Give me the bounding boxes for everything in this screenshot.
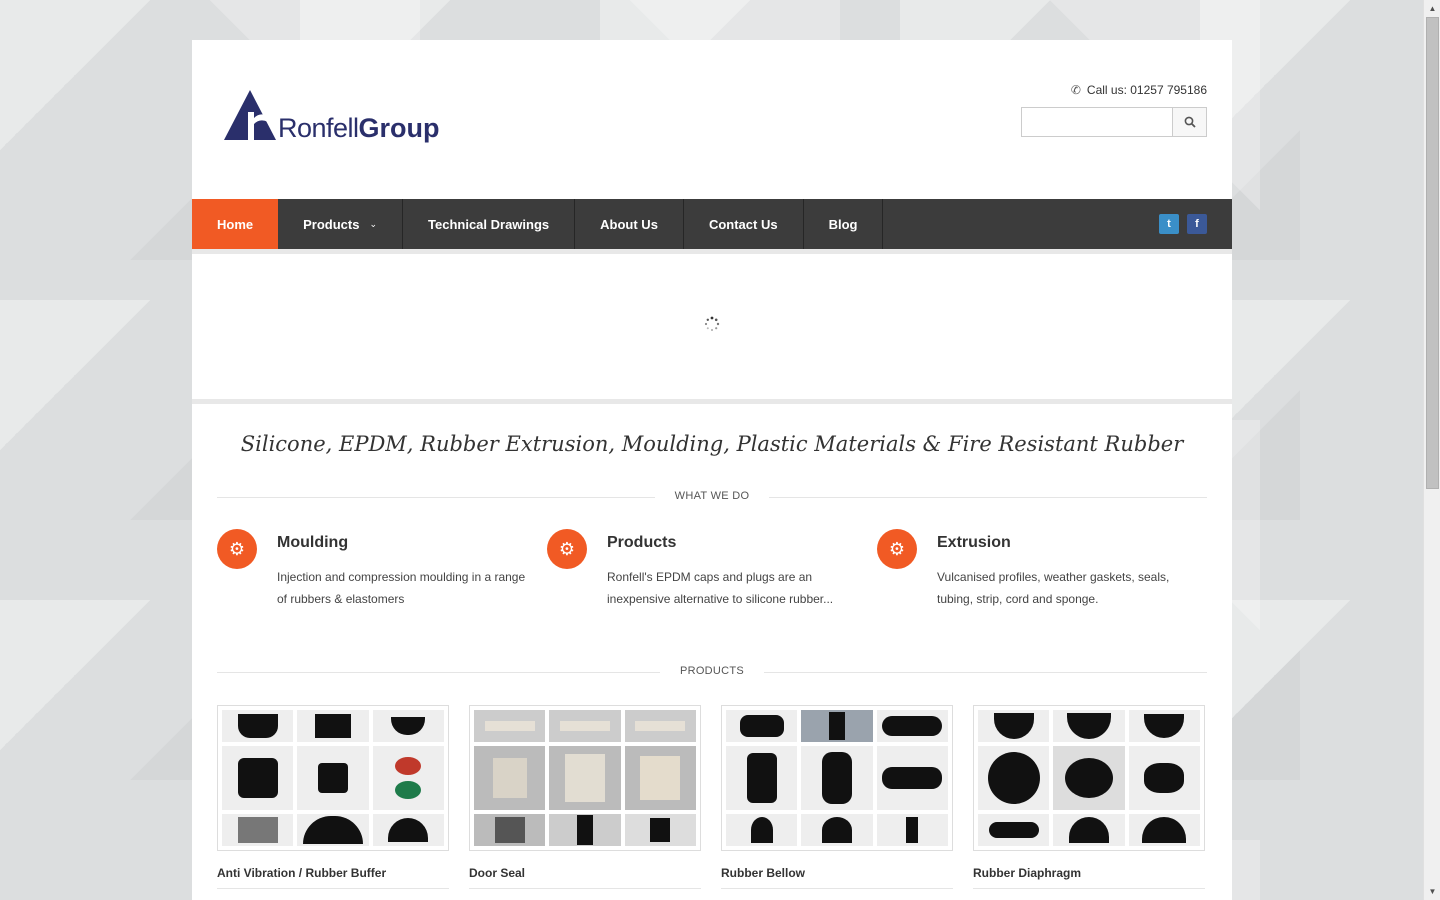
product-grid: Anti Vibration / Rubber Buffer Door Seal xyxy=(217,705,1207,889)
feature-text: Vulcanised profiles, weather gaskets, se… xyxy=(937,570,1170,606)
main-nav: Home Products ⌄ Technical Drawings About … xyxy=(192,199,1232,249)
section-label-text: PRODUCTS xyxy=(659,665,765,677)
nav-item-label: Products xyxy=(303,216,360,232)
product-card-door-seal[interactable]: Door Seal xyxy=(469,705,701,889)
nav-item-about-us[interactable]: About Us xyxy=(575,199,684,249)
loading-spinner-icon xyxy=(704,316,720,331)
feature-title[interactable]: Extrusion xyxy=(937,534,1197,552)
feature-text: Ronfell's EPDM caps and plugs are an ine… xyxy=(607,570,834,606)
vertical-scrollbar[interactable]: ▲ ▼ xyxy=(1423,0,1440,900)
gears-icon: ⚙ xyxy=(547,529,587,569)
call-us: ✆ Call us: 01257 795186 xyxy=(1071,83,1207,97)
chevron-down-icon: ⌄ xyxy=(369,218,378,229)
nav-item-products[interactable]: Products ⌄ xyxy=(278,199,404,249)
scroll-down-arrow-icon[interactable]: ▼ xyxy=(1424,883,1440,900)
header: RonfellGroup ✆ Call us: 01257 795186 xyxy=(192,40,1232,199)
nav-item-label: Contact Us xyxy=(708,216,778,232)
product-title[interactable]: Rubber Diaphragm xyxy=(973,866,1205,889)
nav-item-technical-drawings[interactable]: Technical Drawings xyxy=(403,199,576,249)
product-card-rubber-bellow[interactable]: Rubber Bellow xyxy=(721,705,953,889)
product-title[interactable]: Door Seal xyxy=(469,866,701,889)
logo-text-light: Ronfell xyxy=(278,113,359,143)
gears-icon: ⚙ xyxy=(217,529,257,569)
product-title[interactable]: Anti Vibration / Rubber Buffer xyxy=(217,866,449,889)
gears-icon: ⚙ xyxy=(877,529,917,569)
page-container: RonfellGroup ✆ Call us: 01257 795186 Hom… xyxy=(192,40,1232,900)
tagline: Silicone, EPDM, Rubber Extrusion, Mouldi… xyxy=(240,432,1184,456)
nav-item-home[interactable]: Home xyxy=(192,199,279,249)
product-image-collage[interactable] xyxy=(721,705,953,851)
nav-item-contact-us[interactable]: Contact Us xyxy=(684,199,804,249)
nav-item-label: Technical Drawings xyxy=(428,216,550,232)
product-title[interactable]: Rubber Bellow xyxy=(721,866,953,889)
feature-moulding: ⚙ Moulding Injection and compression mou… xyxy=(217,529,547,610)
nav-item-label: About Us xyxy=(600,216,658,232)
scroll-up-arrow-icon[interactable]: ▲ xyxy=(1424,0,1440,17)
logo-text: RonfellGroup xyxy=(278,115,440,142)
logo-mark-icon xyxy=(224,90,276,140)
feature-title[interactable]: Products xyxy=(607,534,867,552)
scrollbar-thumb[interactable] xyxy=(1426,17,1439,489)
call-us-text: Call us: 01257 795186 xyxy=(1086,83,1207,97)
search-box xyxy=(1021,107,1207,137)
search-icon xyxy=(1184,116,1196,128)
feature-title[interactable]: Moulding xyxy=(277,534,537,552)
product-card-rubber-diaphragm[interactable]: Rubber Diaphragm xyxy=(973,705,1205,889)
nav-item-blog[interactable]: Blog xyxy=(804,199,884,249)
feature-text: Injection and compression moulding in a … xyxy=(277,570,526,606)
product-image-collage[interactable] xyxy=(217,705,449,851)
product-image-collage[interactable] xyxy=(469,705,701,851)
section-label-text: WHAT WE DO xyxy=(654,490,770,502)
hero-slider xyxy=(192,249,1232,404)
nav-item-label: Home xyxy=(217,216,254,232)
feature-products: ⚙ Products Ronfell's EPDM caps and plugs… xyxy=(547,529,877,610)
section-label-what-we-do: WHAT WE DO xyxy=(192,490,1232,502)
search-input[interactable] xyxy=(1021,107,1172,137)
social-links: t f xyxy=(1159,214,1207,234)
feature-extrusion: ⚙ Extrusion Vulcanised profiles, weather… xyxy=(877,529,1207,610)
facebook-icon[interactable]: f xyxy=(1187,214,1207,234)
twitter-icon[interactable]: t xyxy=(1159,214,1179,234)
product-image-collage[interactable] xyxy=(973,705,1205,851)
nav-item-label: Blog xyxy=(828,216,858,232)
phone-icon: ✆ xyxy=(1070,83,1081,97)
product-card-anti-vibration[interactable]: Anti Vibration / Rubber Buffer xyxy=(217,705,449,889)
logo-text-bold: Group xyxy=(358,113,440,143)
search-button[interactable] xyxy=(1172,107,1207,137)
logo[interactable]: RonfellGroup xyxy=(224,90,440,142)
section-label-products: PRODUCTS xyxy=(192,665,1232,677)
features: ⚙ Moulding Injection and compression mou… xyxy=(217,529,1207,610)
